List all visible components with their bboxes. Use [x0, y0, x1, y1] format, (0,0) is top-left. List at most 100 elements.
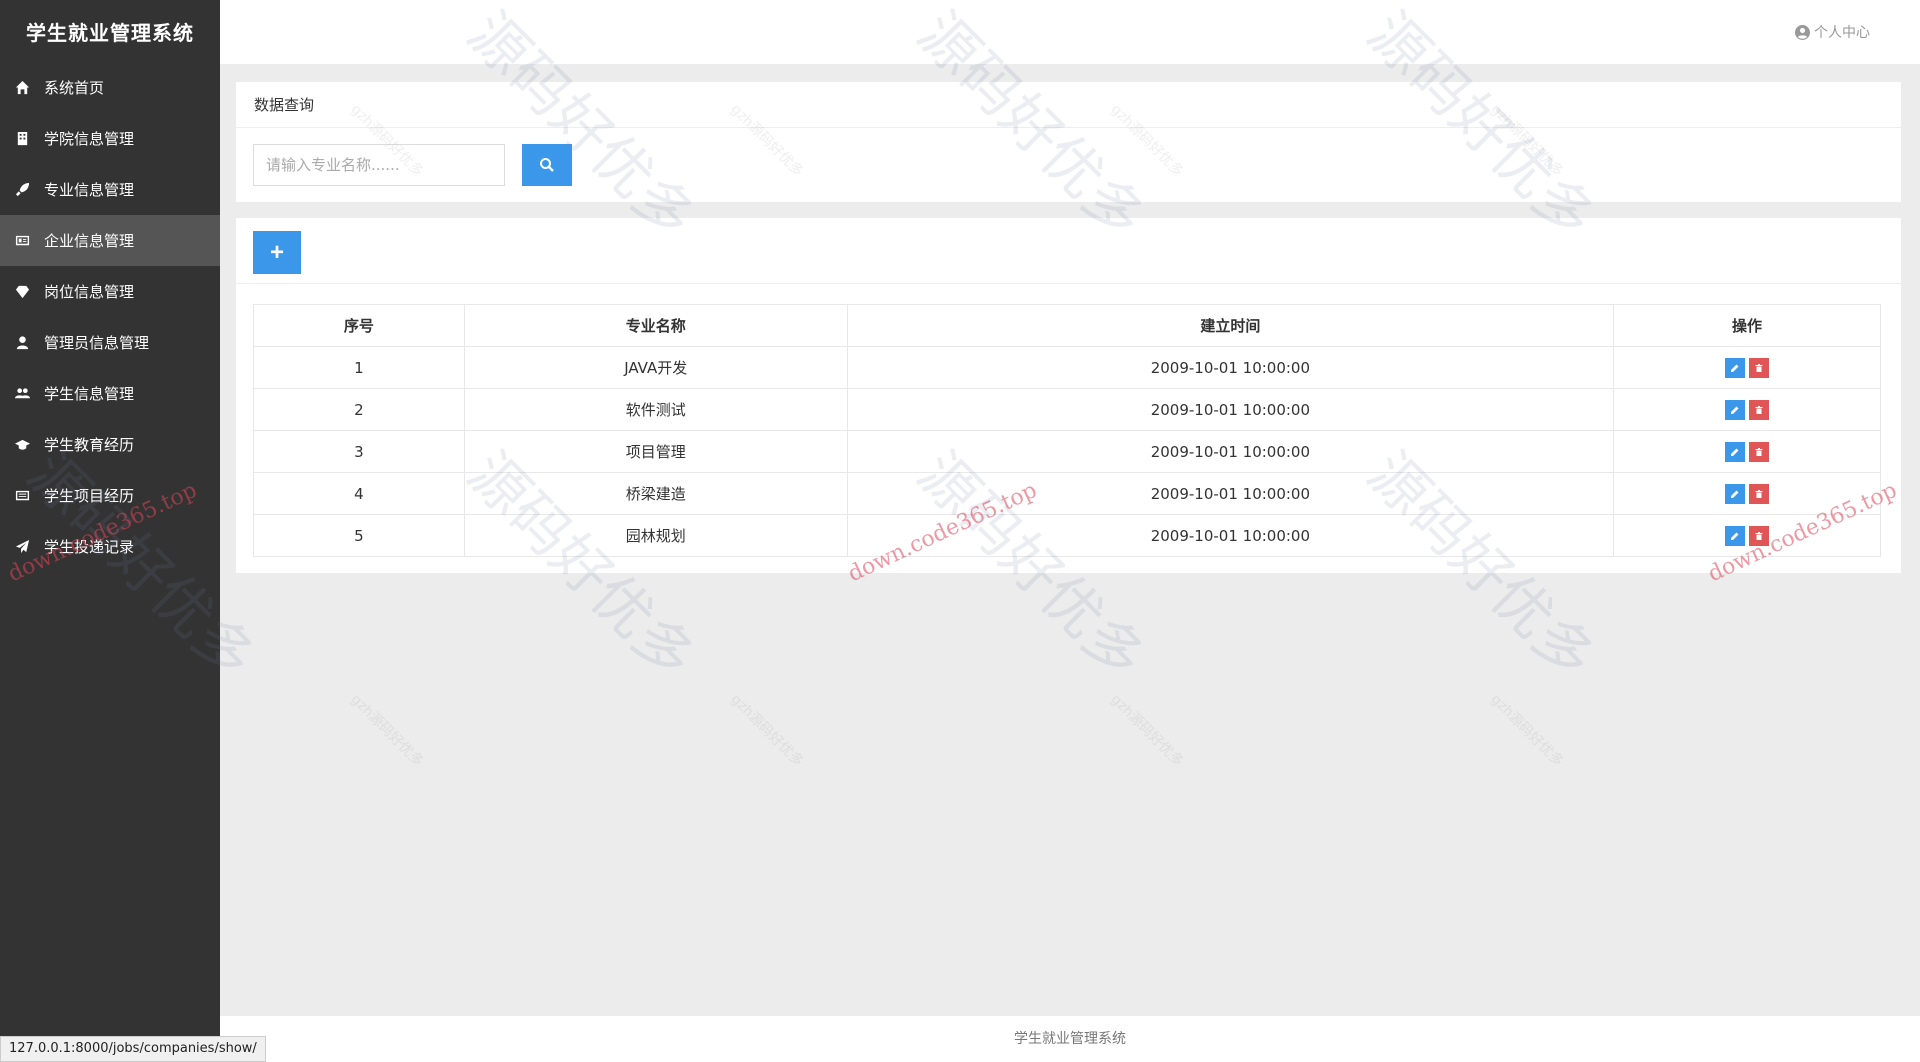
home-icon — [10, 80, 34, 96]
table-row: 4 桥梁建造 2009-10-01 10:00:00 — [253, 472, 1881, 515]
row-time: 2009-10-01 10:00:00 — [846, 346, 1615, 389]
row-name: 桥梁建造 — [463, 472, 848, 515]
row-actions — [1613, 346, 1881, 389]
edit-button[interactable] — [1725, 399, 1746, 420]
column-header-time: 建立时间 — [846, 304, 1615, 347]
watermark-small: gzh源码好优多 — [1487, 691, 1567, 770]
edit-button[interactable] — [1725, 525, 1746, 546]
sidebar-menu: 系统首页 学院信息管理 专业信息管理 企业信息管理 岗位信息管理 管理员信息管理… — [0, 62, 220, 572]
sidebar-item-label: 专业信息管理 — [44, 181, 135, 199]
sidebar-item-label: 岗位信息管理 — [44, 283, 135, 301]
edit-button[interactable] — [1725, 357, 1746, 378]
row-index: 5 — [253, 514, 465, 557]
sidebar-item-label: 系统首页 — [44, 79, 105, 97]
watermark-small: gzh源码好优多 — [727, 691, 807, 770]
trash-icon — [1755, 489, 1763, 498]
search-icon — [540, 158, 554, 172]
row-time: 2009-10-01 10:00:00 — [846, 514, 1615, 557]
watermark-small: gzh源码好优多 — [347, 691, 427, 770]
edit-icon — [1731, 364, 1739, 372]
row-time: 2009-10-01 10:00:00 — [846, 430, 1615, 473]
row-time: 2009-10-01 10:00:00 — [846, 388, 1615, 431]
status-bar-url: 127.0.0.1:8000/jobs/companies/show/ — [0, 1036, 266, 1062]
delete-button[interactable] — [1749, 399, 1770, 420]
trash-icon — [1755, 447, 1763, 456]
user-circle-icon — [1795, 24, 1810, 40]
row-actions — [1613, 514, 1881, 557]
sidebar-item-project[interactable]: 学生项目经历 — [0, 470, 220, 521]
row-name: 项目管理 — [463, 430, 848, 473]
column-header-name: 专业名称 — [463, 304, 848, 347]
row-index: 2 — [253, 388, 465, 431]
user-center-label: 个人中心 — [1814, 25, 1870, 41]
add-button[interactable]: + — [253, 231, 301, 274]
table-row: 3 项目管理 2009-10-01 10:00:00 — [253, 430, 1881, 473]
list-panel: + 序号 专业名称 建立时间 操作 1 JAVA开发 2009-10-01 10… — [236, 218, 1901, 573]
row-name: JAVA开发 — [463, 346, 848, 389]
user-center-link[interactable]: 个人中心 — [1795, 22, 1870, 42]
graduation-cap-icon — [10, 437, 34, 453]
search-input[interactable] — [253, 144, 505, 186]
table-header-row: 序号 专业名称 建立时间 操作 — [253, 304, 1881, 347]
top-header: 个人中心 — [220, 0, 1920, 64]
newspaper-icon — [10, 488, 34, 504]
delete-button[interactable] — [1749, 483, 1770, 504]
sidebar-item-label: 学生教育经历 — [44, 436, 135, 454]
delete-button[interactable] — [1749, 441, 1770, 462]
query-panel: 数据查询 — [236, 82, 1901, 202]
row-name: 软件测试 — [463, 388, 848, 431]
row-name: 园林规划 — [463, 514, 848, 557]
id-card-icon — [10, 233, 34, 249]
sidebar-item-education[interactable]: 学生教育经历 — [0, 419, 220, 470]
edit-icon — [1731, 448, 1739, 456]
sidebar-item-label: 学生投递记录 — [44, 538, 135, 556]
sidebar-item-major[interactable]: 专业信息管理 — [0, 164, 220, 215]
query-panel-title: 数据查询 — [236, 82, 1901, 128]
edit-button[interactable] — [1725, 483, 1746, 504]
row-actions — [1613, 388, 1881, 431]
row-index: 4 — [253, 472, 465, 515]
sidebar-item-label: 企业信息管理 — [44, 232, 135, 250]
row-index: 3 — [253, 430, 465, 473]
delete-button[interactable] — [1749, 357, 1770, 378]
column-header-index: 序号 — [253, 304, 465, 347]
building-icon — [10, 131, 34, 147]
sidebar-item-delivery[interactable]: 学生投递记录 — [0, 521, 220, 572]
row-time: 2009-10-01 10:00:00 — [846, 472, 1615, 515]
row-index: 1 — [253, 346, 465, 389]
row-actions — [1613, 472, 1881, 515]
toolbar: + — [236, 218, 1901, 284]
sidebar-item-label: 管理员信息管理 — [44, 334, 150, 352]
column-header-actions: 操作 — [1613, 304, 1881, 347]
watermark-small: gzh源码好优多 — [1107, 691, 1187, 770]
sidebar-item-college[interactable]: 学院信息管理 — [0, 113, 220, 164]
user-icon — [10, 335, 34, 351]
sidebar: 学生就业管理系统 系统首页 学院信息管理 专业信息管理 企业信息管理 岗位信息管… — [0, 0, 220, 1062]
edit-button[interactable] — [1725, 441, 1746, 462]
sidebar-item-label: 学生项目经历 — [44, 487, 135, 505]
search-button[interactable] — [522, 144, 572, 186]
delete-button[interactable] — [1749, 525, 1770, 546]
trash-icon — [1755, 531, 1763, 540]
users-icon — [10, 386, 34, 402]
sidebar-item-home[interactable]: 系统首页 — [0, 62, 220, 113]
trash-icon — [1755, 405, 1763, 414]
sidebar-item-student[interactable]: 学生信息管理 — [0, 368, 220, 419]
app-title: 学生就业管理系统 — [26, 20, 194, 45]
edit-icon — [1731, 532, 1739, 540]
row-actions — [1613, 430, 1881, 473]
table-row: 2 软件测试 2009-10-01 10:00:00 — [253, 388, 1881, 431]
diamond-icon — [10, 284, 34, 300]
sidebar-item-position[interactable]: 岗位信息管理 — [0, 266, 220, 317]
table-row: 5 园林规划 2009-10-01 10:00:00 — [253, 514, 1881, 557]
sidebar-item-admin[interactable]: 管理员信息管理 — [0, 317, 220, 368]
trash-icon — [1755, 363, 1763, 372]
footer: 学生就业管理系统 — [220, 1016, 1920, 1062]
sidebar-item-company[interactable]: 企业信息管理 — [0, 215, 220, 266]
sidebar-item-label: 学院信息管理 — [44, 130, 135, 148]
rocket-icon — [10, 182, 34, 198]
edit-icon — [1731, 406, 1739, 414]
sidebar-item-label: 学生信息管理 — [44, 385, 135, 403]
data-table: 序号 专业名称 建立时间 操作 1 JAVA开发 2009-10-01 10:0… — [253, 304, 1881, 557]
paper-plane-icon — [10, 539, 34, 555]
